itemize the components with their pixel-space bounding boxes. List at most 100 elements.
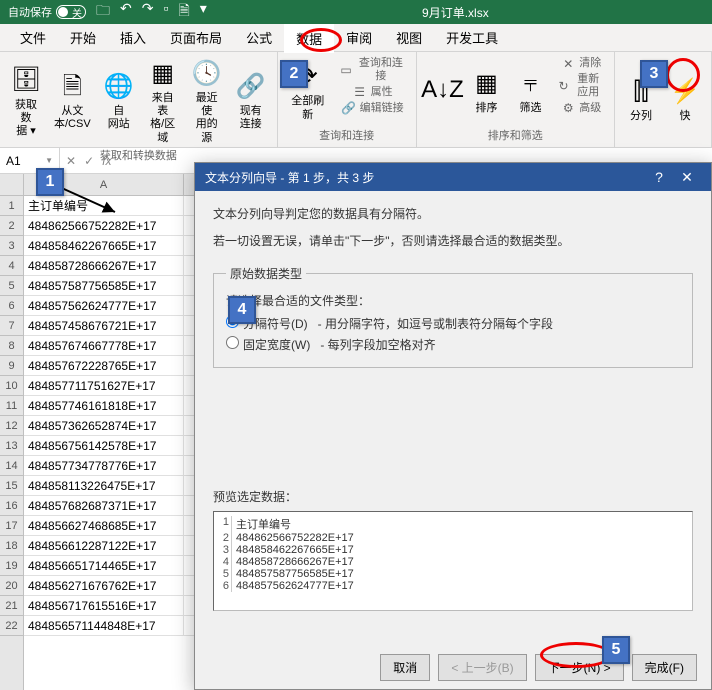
preview-line: 5484857587756585E+17 (218, 568, 688, 580)
row-header[interactable]: 9 (0, 356, 23, 376)
formula-bar[interactable]: ✕ ✓ fx (60, 154, 117, 168)
cell[interactable]: 484857711751627E+17 (24, 376, 184, 396)
row-header[interactable]: 6 (0, 296, 23, 316)
save-icon[interactable]: 🗀 (96, 0, 110, 24)
cell[interactable]: 484858462267665E+17 (24, 236, 184, 256)
preview-box[interactable]: 1主订单编号 2484862566752282E+17 348485846226… (213, 511, 693, 611)
get-data-button[interactable]: 🗄获取数据 ▾ (6, 56, 46, 147)
cancel-button[interactable]: 取消 (380, 654, 430, 681)
row-header[interactable]: 22 (0, 616, 23, 636)
sort-icon: ▦ (471, 68, 503, 100)
sort-az-button[interactable]: A↓Z (423, 56, 463, 127)
funnel-icon: ⫧ (515, 68, 547, 100)
sort-button[interactable]: ▦排序 (467, 56, 507, 127)
cell[interactable]: 484858113226475E+17 (24, 476, 184, 496)
cell[interactable]: 484857672228765E+17 (24, 356, 184, 376)
cell[interactable]: 484858728666267E+17 (24, 256, 184, 276)
radio-desc: - 每列字段加空格对齐 (320, 336, 435, 353)
cell[interactable]: 484857458676721E+17 (24, 316, 184, 336)
tab-home[interactable]: 开始 (58, 23, 108, 52)
from-table-button[interactable]: ▦来自表格/区域 (143, 56, 183, 147)
row-header[interactable]: 4 (0, 256, 23, 276)
row-header[interactable]: 15 (0, 476, 23, 496)
clear-button[interactable]: ✕清除 (555, 56, 609, 72)
tab-formulas[interactable]: 公式 (234, 23, 284, 52)
queries-connections-button[interactable]: ▭查询和连接 (336, 56, 410, 84)
from-csv-button[interactable]: 🗎从文本/CSV (50, 56, 95, 147)
undo-icon[interactable]: ↶ (120, 0, 132, 24)
qat-icon[interactable]: 🗎 (178, 0, 189, 24)
help-icon[interactable]: ? (645, 169, 673, 185)
annotation-ring (666, 58, 700, 92)
cell[interactable]: 484857682687371E+17 (24, 496, 184, 516)
cell[interactable]: 484857587756585E+17 (24, 276, 184, 296)
fx-icon[interactable]: fx (102, 154, 111, 168)
row-header[interactable]: 7 (0, 316, 23, 336)
dropdown-icon[interactable]: ▼ (45, 156, 53, 165)
radio-fixedwidth-row[interactable]: 固定宽度(W) - 每列字段加空格对齐 (226, 336, 680, 353)
row-header[interactable]: 5 (0, 276, 23, 296)
row-header[interactable]: 18 (0, 536, 23, 556)
row-header[interactable]: 13 (0, 436, 23, 456)
tab-developer[interactable]: 开发工具 (434, 23, 510, 52)
qat-icon[interactable]: ▫ (163, 0, 168, 24)
cell[interactable]: 484856717615516E+17 (24, 596, 184, 616)
row-header[interactable]: 2 (0, 216, 23, 236)
row-header[interactable]: 3 (0, 236, 23, 256)
row-header[interactable]: 20 (0, 576, 23, 596)
cell[interactable]: 484856571144848E+17 (24, 616, 184, 636)
cell[interactable]: 484856756142578E+17 (24, 436, 184, 456)
clear-icon: ✕ (561, 57, 575, 71)
close-icon[interactable]: ✕ (673, 169, 701, 186)
confirm-icon[interactable]: ✓ (84, 154, 94, 168)
row-header[interactable]: 10 (0, 376, 23, 396)
cell[interactable]: 484857362652874E+17 (24, 416, 184, 436)
edit-links-button[interactable]: 🔗编辑链接 (336, 100, 410, 116)
row-header[interactable]: 14 (0, 456, 23, 476)
cell[interactable]: 484857562624777E+17 (24, 296, 184, 316)
row-header[interactable]: 1 (0, 196, 23, 216)
qat-dropdown-icon[interactable]: ▾ (200, 0, 207, 24)
cell[interactable]: 484856612287122E+17 (24, 536, 184, 556)
tab-insert[interactable]: 插入 (108, 23, 158, 52)
tab-view[interactable]: 视图 (384, 23, 434, 52)
tab-pagelayout[interactable]: 页面布局 (158, 23, 234, 52)
window-filename: 9月订单.xlsx (207, 4, 704, 21)
redo-icon[interactable]: ↷ (142, 0, 154, 24)
dialog-titlebar[interactable]: 文本分列向导 - 第 1 步，共 3 步 ? ✕ (195, 163, 711, 191)
from-web-button[interactable]: 🌐自网站 (99, 56, 139, 147)
row-header[interactable]: 16 (0, 496, 23, 516)
select-all-corner[interactable] (0, 174, 23, 196)
row-header[interactable]: 8 (0, 336, 23, 356)
back-button[interactable]: < 上一步(B) (438, 654, 526, 681)
cancel-icon[interactable]: ✕ (66, 154, 76, 168)
edit-links-icon: 🔗 (342, 101, 356, 115)
row-header[interactable]: 19 (0, 556, 23, 576)
dialog-button-row: 取消 < 上一步(B) 下一步(N) > 完成(F) (195, 645, 711, 689)
cell[interactable]: 484856627468685E+17 (24, 516, 184, 536)
properties-button[interactable]: ☰属性 (336, 84, 410, 100)
autosave-toggle[interactable]: 自动保存 (8, 4, 86, 20)
radio-desc: - 用分隔字符，如逗号或制表符分隔每个字段 (318, 315, 553, 332)
dialog-intro1: 文本分列向导判定您的数据具有分隔符。 (213, 205, 693, 222)
radio-delimited-row[interactable]: 分隔符号(D) - 用分隔字符，如逗号或制表符分隔每个字段 (226, 315, 680, 332)
recent-sources-button[interactable]: 🕓最近使用的源 (187, 56, 227, 147)
existing-conn-button[interactable]: 🔗现有连接 (231, 56, 271, 147)
cell[interactable]: 484856271676762E+17 (24, 576, 184, 596)
cell[interactable]: 484857674667778E+17 (24, 336, 184, 356)
row-header[interactable]: 17 (0, 516, 23, 536)
toggle-switch[interactable] (56, 5, 86, 19)
filter-button[interactable]: ⫧筛选 (511, 56, 551, 127)
finish-button[interactable]: 完成(F) (632, 654, 697, 681)
row-header[interactable]: 21 (0, 596, 23, 616)
cell[interactable]: 484857746161818E+17 (24, 396, 184, 416)
reapply-button[interactable]: ↻重新应用 (555, 72, 609, 100)
radio-fixedwidth[interactable]: 固定宽度(W) (226, 336, 310, 353)
row-header[interactable]: 11 (0, 396, 23, 416)
tab-file[interactable]: 文件 (8, 23, 58, 52)
advanced-button[interactable]: ⚙高级 (555, 100, 609, 116)
cell[interactable]: 484856651714465E+17 (24, 556, 184, 576)
row-header[interactable]: 12 (0, 416, 23, 436)
radio-fixedwidth-input[interactable] (226, 336, 239, 349)
cell[interactable]: 484857734778776E+17 (24, 456, 184, 476)
